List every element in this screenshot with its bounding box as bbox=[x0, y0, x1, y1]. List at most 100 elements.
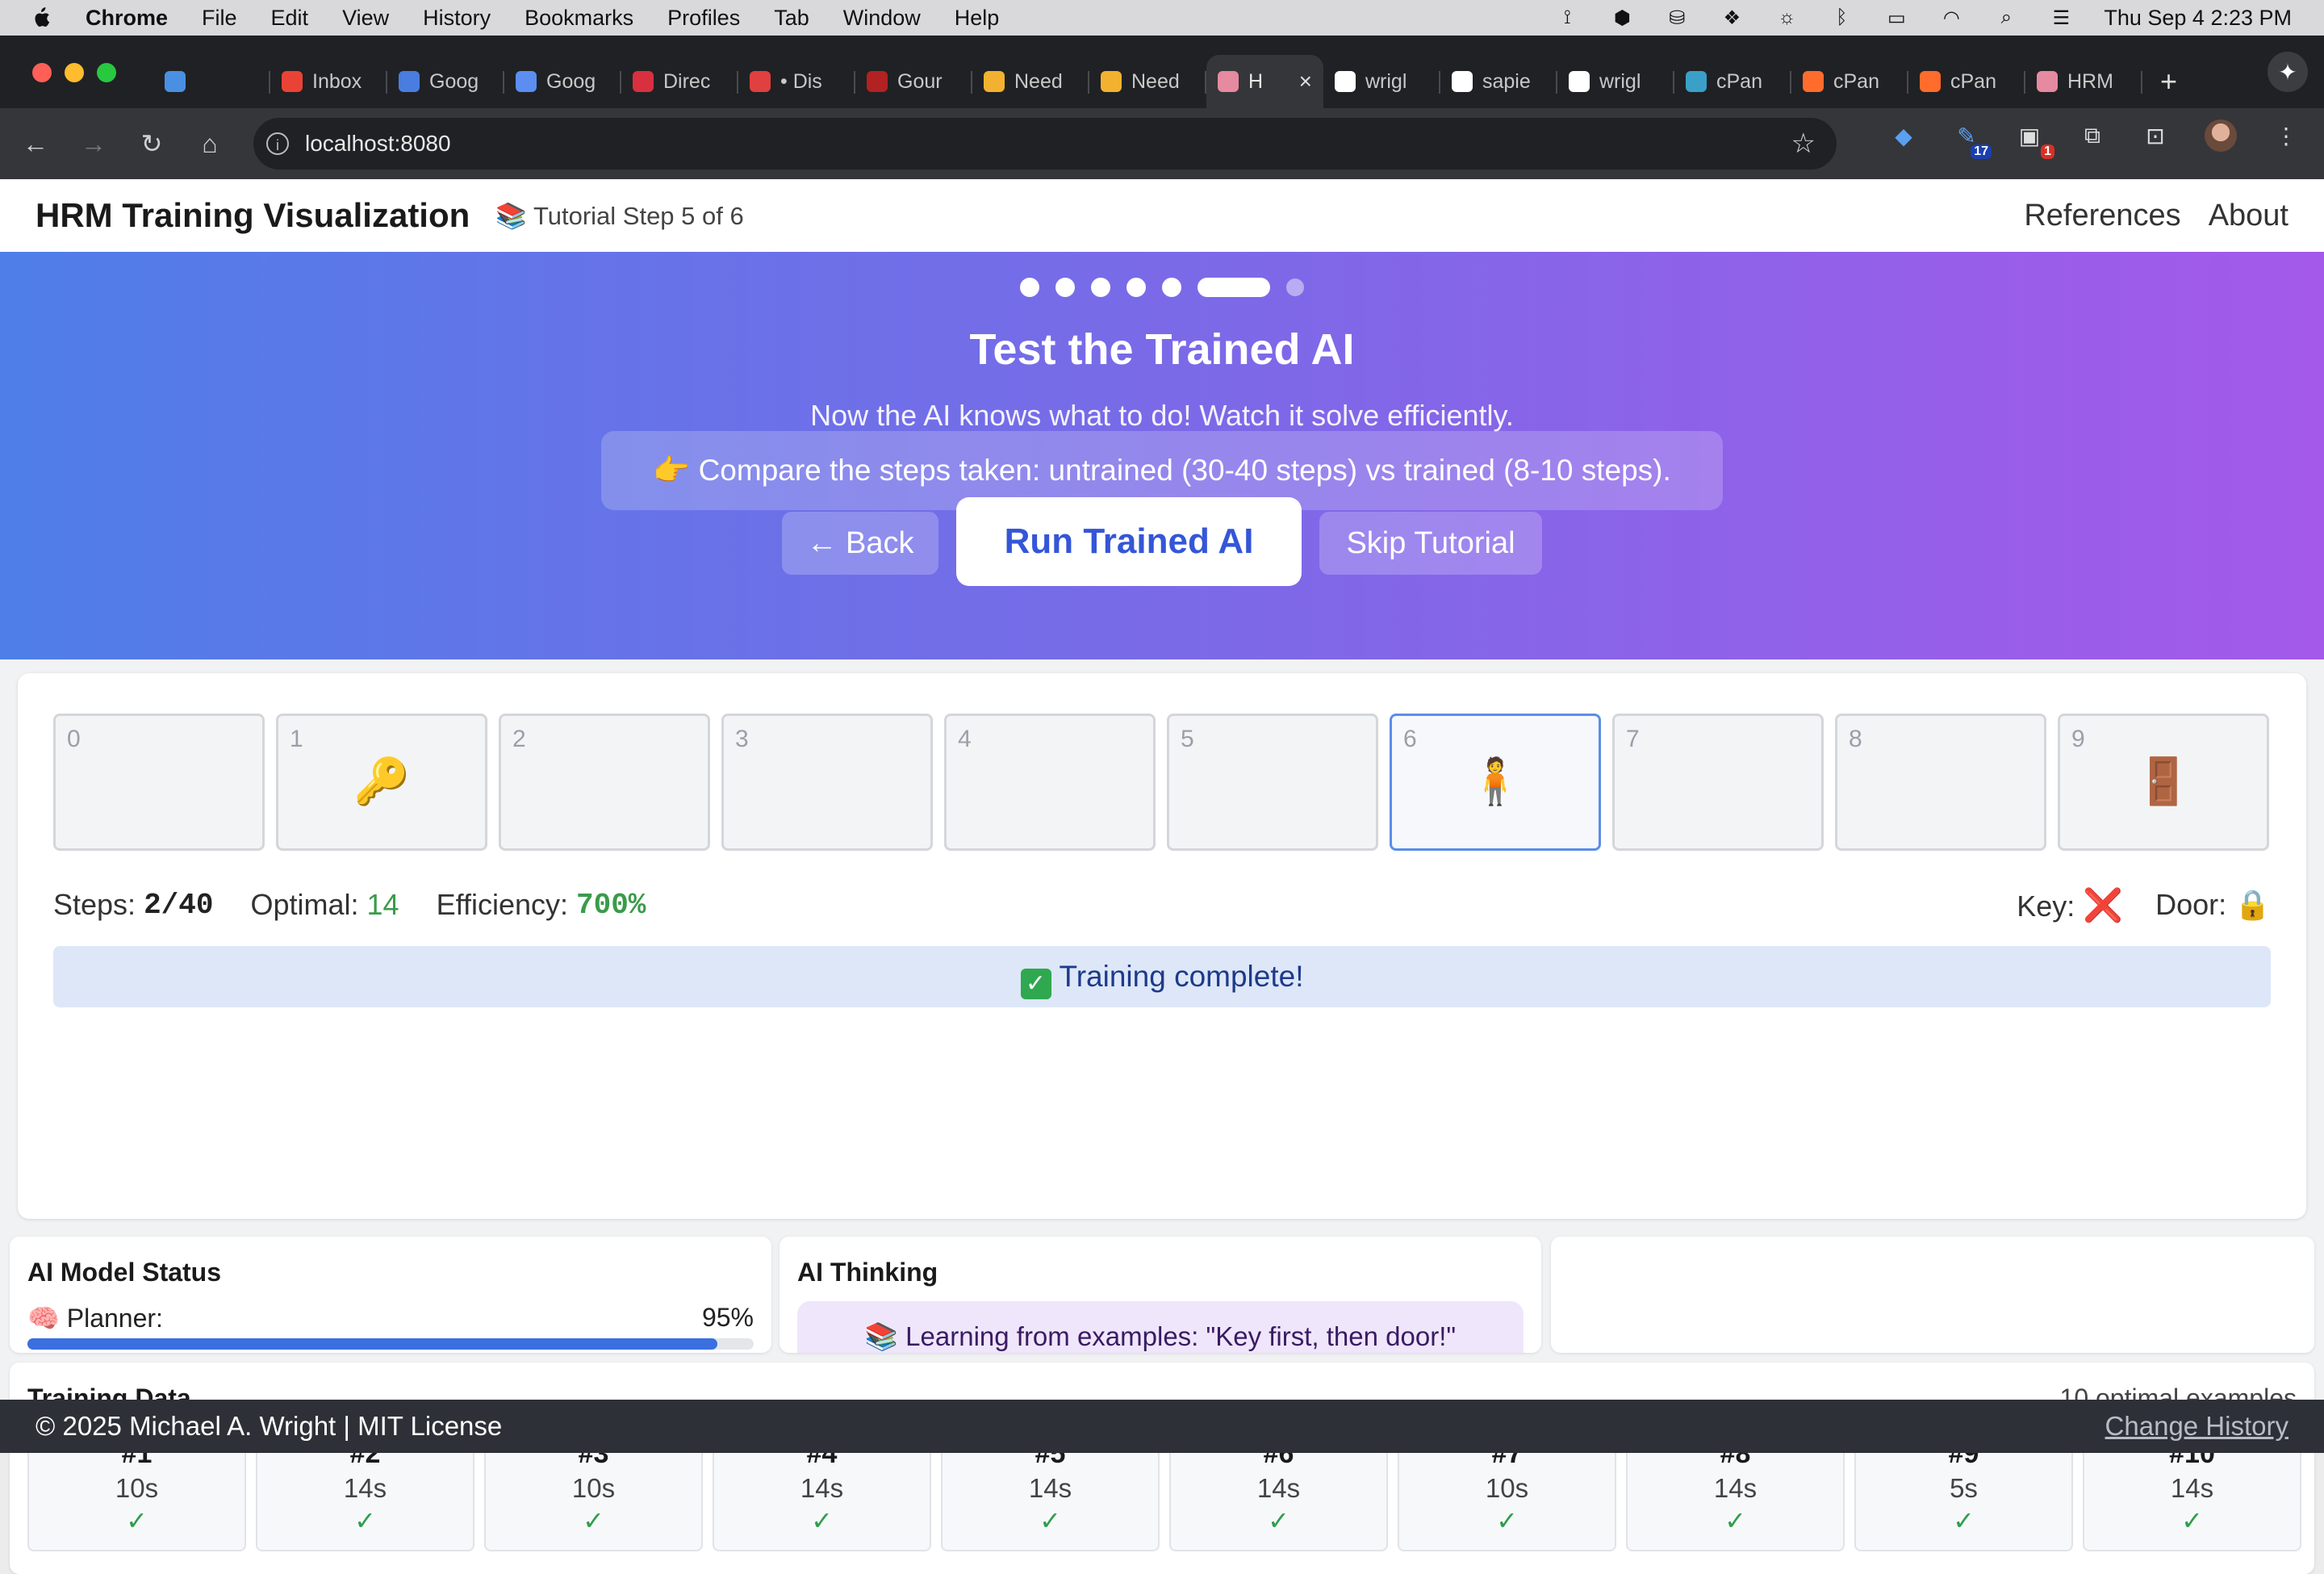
site-info-icon[interactable]: i bbox=[266, 132, 289, 155]
url-text[interactable]: localhost:8080 bbox=[305, 131, 451, 157]
browser-tab[interactable]: • Dis bbox=[738, 55, 855, 108]
browser-tab[interactable]: Need bbox=[1089, 55, 1206, 108]
run-trained-ai-button[interactable]: Run Trained AI bbox=[956, 497, 1302, 586]
cell-index: 0 bbox=[67, 726, 81, 752]
close-tab-icon[interactable]: × bbox=[1299, 69, 1312, 94]
check-icon: ✓ bbox=[1496, 1506, 1518, 1535]
back-button[interactable]: ← Back bbox=[782, 512, 938, 575]
home-icon[interactable]: ⌂ bbox=[181, 129, 239, 159]
menu-view[interactable]: View bbox=[342, 6, 389, 31]
cell-index: 2 bbox=[512, 726, 526, 752]
progress-dot[interactable] bbox=[1286, 278, 1304, 296]
check-icon: ✓ bbox=[1953, 1506, 1975, 1535]
progress-dot[interactable] bbox=[1162, 278, 1181, 297]
vpn-icon[interactable]: ⟟ bbox=[1555, 6, 1579, 28]
browser-tab[interactable]: Need bbox=[972, 55, 1089, 108]
menu-edit[interactable]: Edit bbox=[271, 6, 309, 31]
apple-icon[interactable] bbox=[32, 7, 50, 28]
browser-tab[interactable]: H × bbox=[1206, 55, 1323, 108]
check-icon: ✓ bbox=[1020, 969, 1051, 999]
progress-dot[interactable] bbox=[1020, 278, 1039, 297]
app-title: HRM Training Visualization bbox=[36, 196, 470, 234]
check-icon: ✓ bbox=[2181, 1506, 2203, 1535]
check-icon: ✓ bbox=[354, 1506, 376, 1535]
browser-tab[interactable]: wrigl bbox=[1323, 55, 1440, 108]
menu-file[interactable]: File bbox=[202, 6, 237, 31]
browser-tab[interactable]: HRM bbox=[2025, 55, 2142, 108]
puzzle-extensions-icon[interactable]: ⧉ bbox=[2079, 122, 2106, 149]
browser-tab[interactable]: Direc bbox=[621, 55, 738, 108]
browser-tab[interactable]: Inbox bbox=[270, 55, 387, 108]
menu-help[interactable]: Help bbox=[955, 6, 1000, 31]
change-history-link[interactable]: Change History bbox=[2105, 1400, 2288, 1453]
menu-kebab-icon[interactable]: ⋮ bbox=[2272, 122, 2300, 149]
search-icon[interactable]: ⌕ bbox=[1994, 6, 2018, 28]
bookmark-star-icon[interactable]: ☆ bbox=[1791, 128, 1816, 160]
menu-tab[interactable]: Tab bbox=[774, 6, 809, 31]
tutorial-progress-dots bbox=[0, 278, 2324, 297]
address-bar[interactable]: i localhost:8080 ☆ bbox=[253, 118, 1837, 170]
ai-thinking-title: AI Thinking bbox=[797, 1258, 938, 1287]
github-icon bbox=[1452, 71, 1473, 92]
sparkle-icon bbox=[1101, 71, 1122, 92]
skip-tutorial-button[interactable]: Skip Tutorial bbox=[1319, 512, 1542, 575]
progress-dot[interactable] bbox=[1055, 278, 1075, 297]
backup-icon[interactable]: ⛁ bbox=[1665, 7, 1689, 29]
notify-extension-icon[interactable]: ▣ 1 bbox=[2016, 122, 2054, 159]
browser-tab[interactable]: Goog bbox=[387, 55, 504, 108]
browser-tab[interactable]: cPan bbox=[1908, 55, 2025, 108]
menu-profiles[interactable]: Profiles bbox=[667, 6, 740, 31]
profile-avatar[interactable] bbox=[2205, 119, 2237, 152]
gem-extension-icon[interactable]: ◆ bbox=[1890, 122, 1917, 149]
ai-thinking-panel: AI Thinking 📚 Learning from examples: "K… bbox=[780, 1237, 1541, 1353]
grid-cell: 0 bbox=[53, 714, 265, 851]
brightness-icon[interactable]: ☼ bbox=[1774, 6, 1799, 28]
tab-title: Inbox bbox=[312, 69, 362, 93]
back-arrow-icon[interactable]: ← bbox=[6, 129, 65, 159]
wifi-icon[interactable]: ◠ bbox=[1939, 7, 1963, 29]
tab-search-icon[interactable]: ⊡ bbox=[2142, 122, 2169, 149]
references-link[interactable]: References bbox=[2024, 199, 2180, 233]
grid-cells: 0 1 🔑 2 3 4 5 6 🧍 7 8 9 🚪 bbox=[53, 714, 2269, 851]
menu-app-name[interactable]: Chrome bbox=[86, 6, 168, 31]
browser-tab[interactable]: wrigl bbox=[1557, 55, 1674, 108]
cell-index: 1 bbox=[290, 726, 303, 752]
browser-tab[interactable]: cPan bbox=[1791, 55, 1908, 108]
bluetooth-icon[interactable]: ᛒ bbox=[1829, 6, 1854, 28]
grid-cell: 6 🧍 bbox=[1390, 714, 1601, 851]
progress-dot[interactable] bbox=[1126, 278, 1146, 297]
optimal-value: 14 bbox=[366, 888, 399, 921]
forward-arrow-icon[interactable]: → bbox=[65, 129, 123, 159]
tab-title: sapie bbox=[1482, 69, 1531, 93]
progress-dot[interactable] bbox=[1091, 278, 1110, 297]
browser-tab[interactable]: Gour bbox=[855, 55, 972, 108]
dropbox-icon[interactable]: ❖ bbox=[1720, 7, 1744, 29]
browser-tab[interactable]: sapie bbox=[1440, 55, 1557, 108]
menubar-clock[interactable]: Thu Sep 4 2:23 PM bbox=[2104, 6, 2292, 31]
header-nav: References About bbox=[2024, 179, 2288, 252]
tutorial-banner: Test the Trained AI Now the AI knows wha… bbox=[0, 252, 2324, 659]
tab-title: wrigl bbox=[1365, 69, 1407, 93]
gemini-button[interactable]: ✦ bbox=[2268, 52, 2308, 92]
box-icon[interactable]: ⬢ bbox=[1610, 7, 1634, 29]
battery-icon[interactable]: ▭ bbox=[1884, 7, 1908, 29]
new-tab-icon[interactable]: + bbox=[2160, 55, 2177, 108]
tutorial-buttons: ← Back Run Trained AI Skip Tutorial bbox=[0, 497, 2324, 626]
browser-tab[interactable] bbox=[153, 55, 270, 108]
reload-icon[interactable]: ↻ bbox=[123, 128, 181, 159]
tasks-extension-icon[interactable]: ✎ 17 bbox=[1953, 122, 1992, 159]
page-footer: © 2025 Michael A. Wright | MIT License C… bbox=[0, 1400, 2324, 1453]
brain-icon bbox=[2037, 71, 2058, 92]
browser-tab[interactable]: Goog bbox=[504, 55, 621, 108]
run-stats: Steps: 2/40 Optimal: 14 Efficiency: 700%… bbox=[53, 885, 2271, 925]
menu-bookmarks[interactable]: Bookmarks bbox=[525, 6, 633, 31]
control-center-icon[interactable]: ☰ bbox=[2049, 7, 2073, 29]
cell-index: 6 bbox=[1403, 726, 1417, 752]
grid-cell: 4 bbox=[944, 714, 1156, 851]
menu-history[interactable]: History bbox=[423, 6, 491, 31]
about-link[interactable]: About bbox=[2209, 199, 2288, 233]
menu-window[interactable]: Window bbox=[843, 6, 921, 31]
progress-dot[interactable] bbox=[1198, 278, 1270, 297]
planner-label: 🧠 Planner: bbox=[27, 1304, 163, 1333]
browser-tab[interactable]: cPan bbox=[1674, 55, 1791, 108]
